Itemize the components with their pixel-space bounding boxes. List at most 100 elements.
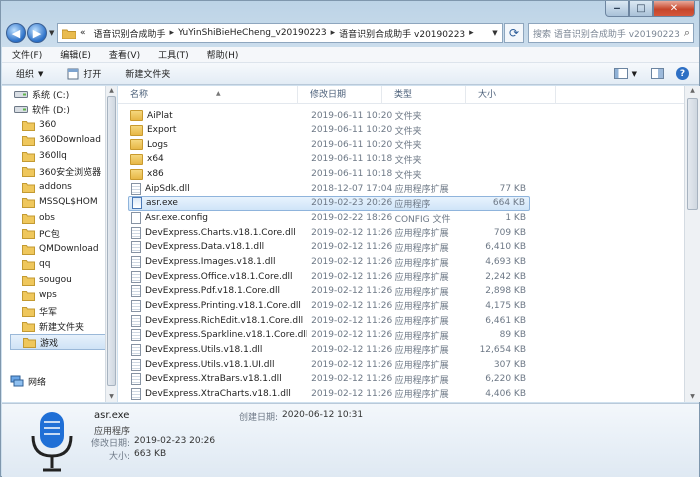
file-row[interactable]: x64 2019-06-11 10:18 文件夹 xyxy=(128,152,530,167)
folder-icon xyxy=(22,259,35,270)
recent-pages-dropdown[interactable]: ▼ xyxy=(49,29,54,37)
file-size: 307 KB xyxy=(493,359,526,370)
nav-item-label: 网络 xyxy=(28,377,47,388)
nav-item[interactable]: wps xyxy=(22,287,57,303)
file-type: 应用程序扩展 xyxy=(394,229,449,240)
file-size: 1 KB xyxy=(505,213,526,224)
minimize-button[interactable]: ‒ xyxy=(605,1,629,17)
file-row[interactable]: AipSdk.dll 2018-12-07 17:04 应用程序扩展 77 KB xyxy=(128,181,530,196)
nav-item[interactable]: sougou xyxy=(22,272,72,288)
breadcrumb-item[interactable]: 语音识别合成助手 v20190223 xyxy=(335,27,469,40)
preview-pane-icon[interactable] xyxy=(651,68,664,79)
file-date: 2019-06-11 10:20 xyxy=(311,125,393,136)
file-row[interactable]: DevExpress.Images.v18.1.dll 2019-02-12 11… xyxy=(128,255,530,270)
nav-item[interactable]: MSSQL$HOM xyxy=(22,194,98,210)
change-view-icon[interactable] xyxy=(613,68,628,79)
file-date: 2019-02-12 11:26 xyxy=(311,315,393,326)
forward-button[interactable]: ▶ xyxy=(27,23,47,43)
navigation-scrollbar[interactable]: ▲ ▼ xyxy=(105,86,117,402)
breadcrumb-separator-icon[interactable]: ▸ xyxy=(469,28,474,38)
file-row[interactable]: DevExpress.Charts.v18.1.Core.dll 2019-02-… xyxy=(128,225,530,240)
nav-item[interactable]: addons xyxy=(22,179,72,195)
search-input[interactable]: 搜索 语音识别合成助手 v20190223 ⌕ xyxy=(528,23,694,43)
menu-help[interactable]: 帮助(H) xyxy=(197,48,247,61)
file-name-cell: DevExpress.Images.v18.1.dll xyxy=(128,256,307,268)
view-dropdown-icon[interactable]: ▼ xyxy=(632,70,637,78)
nav-item[interactable]: 华军 xyxy=(22,303,57,319)
file-date: 2019-02-22 18:26 xyxy=(311,213,393,224)
file-row[interactable]: DevExpress.Utils.v18.1.dll 2019-02-12 11:… xyxy=(128,342,530,357)
file-row[interactable]: DevExpress.XtraCharts.v18.1.dll 2019-02-1… xyxy=(128,386,530,401)
file-date: 2019-02-12 11:26 xyxy=(311,242,393,253)
menu-file[interactable]: 文件(F) xyxy=(2,48,50,61)
nav-item[interactable]: 软件 (D:) xyxy=(14,101,70,117)
file-row[interactable]: DevExpress.Printing.v18.1.Core.dll 2019-0… xyxy=(128,298,530,313)
nav-item-label: QMDownload xyxy=(39,244,99,254)
scroll-down-icon[interactable]: ▼ xyxy=(106,392,117,402)
help-icon[interactable]: ? xyxy=(676,67,689,80)
scroll-up-icon[interactable]: ▲ xyxy=(106,86,117,96)
file-row[interactable]: x86 2019-06-11 10:18 文件夹 xyxy=(128,167,530,182)
file-row[interactable]: asr.exe 2019-02-23 20:26 应用程序 664 KB xyxy=(128,195,530,211)
nav-item[interactable]: qq xyxy=(22,256,50,272)
file-row[interactable]: Asr.exe.config 2019-02-22 18:26 CONFIG 文件 1… xyxy=(128,211,530,226)
file-row[interactable]: DevExpress.Utils.v18.1.UI.dll 2019-02-12 … xyxy=(128,357,530,372)
close-button[interactable]: ✕ xyxy=(653,1,695,17)
maximize-button[interactable]: □ xyxy=(629,1,653,17)
file-date: 2019-06-11 10:18 xyxy=(311,169,393,180)
file-row[interactable]: DevExpress.Sparkline.v18.1.Core.dll 2019-… xyxy=(128,328,530,343)
nav-item[interactable]: obs xyxy=(22,210,55,226)
column-header-size[interactable]: 大小 xyxy=(466,86,556,104)
nav-item[interactable]: PC包 xyxy=(22,225,60,241)
nav-item[interactable]: 新建文件夹 xyxy=(22,318,84,334)
nav-item[interactable]: 360安全浏览器 xyxy=(22,163,101,179)
menu-view[interactable]: 查看(V) xyxy=(99,48,148,61)
address-dropdown-icon[interactable]: ▼ xyxy=(488,29,502,37)
file-size: 4,406 KB xyxy=(485,388,526,399)
file-list-scrollbar[interactable]: ▲ ▼ xyxy=(684,86,700,402)
folder-icon xyxy=(22,197,35,208)
breadcrumb-item[interactable]: 语音识别合成助手 xyxy=(90,27,170,40)
file-row[interactable]: Logs 2019-06-11 10:20 文件夹 xyxy=(128,137,530,152)
folder-icon xyxy=(22,166,35,177)
folder-icon xyxy=(130,110,143,121)
nav-item[interactable]: 系统 (C:) xyxy=(14,86,69,102)
file-row[interactable]: DevExpress.XtraBars.v18.1.dll 2019-02-12 … xyxy=(128,372,530,387)
search-icon[interactable]: ⌕ xyxy=(684,26,690,40)
menu-edit[interactable]: 编辑(E) xyxy=(50,48,99,61)
toolbar-right: ▼ ? xyxy=(613,67,699,80)
nav-item[interactable]: 游戏 xyxy=(10,334,106,350)
nav-item[interactable]: 360Download xyxy=(22,132,101,148)
organize-button[interactable]: 组织 ▼ xyxy=(2,67,53,81)
file-row[interactable]: DevExpress.RichEdit.v18.1.Core.dll 2019-0… xyxy=(128,313,530,328)
scroll-down-icon[interactable]: ▼ xyxy=(685,392,700,402)
file-row[interactable]: AiPlat 2019-06-11 10:20 文件夹 xyxy=(128,108,530,123)
nav-item[interactable]: 360 xyxy=(22,117,56,133)
nav-item[interactable]: 360llq xyxy=(22,148,67,164)
breadcrumb-overflow[interactable]: « xyxy=(76,28,90,38)
back-button[interactable]: ◀ xyxy=(6,23,26,43)
address-bar[interactable]: « 语音识别合成助手 ▸ YuYinShiBieHeCheng_v2019022… xyxy=(57,23,503,43)
menu-tools[interactable]: 工具(T) xyxy=(148,48,197,61)
file-row[interactable]: Export 2019-06-11 10:20 文件夹 xyxy=(128,123,530,138)
file-list-scroll-thumb[interactable] xyxy=(687,98,698,210)
column-header-type[interactable]: 类型 xyxy=(382,86,466,104)
file-row[interactable]: DevExpress.Pdf.v18.1.Core.dll 2019-02-12 … xyxy=(128,284,530,299)
scroll-up-icon[interactable]: ▲ xyxy=(685,86,700,96)
refresh-button[interactable]: ⟳ xyxy=(504,23,524,43)
column-header-name[interactable]: 名称 ▲ xyxy=(118,86,298,104)
breadcrumb-item[interactable]: YuYinShiBieHeCheng_v20190223 xyxy=(174,28,331,38)
dll-file-icon xyxy=(131,299,141,312)
file-name: Asr.exe.config xyxy=(145,213,208,224)
open-button[interactable]: 打开 xyxy=(53,67,111,80)
nav-item-label: 华军 xyxy=(39,307,58,318)
chevron-down-icon: ▼ xyxy=(38,69,44,78)
nav-item[interactable]: QMDownload xyxy=(22,241,99,257)
file-row[interactable]: DevExpress.Data.v18.1.dll 2019-02-12 11:2… xyxy=(128,240,530,255)
navigation-scroll-thumb[interactable] xyxy=(107,96,116,386)
file-row[interactable]: DevExpress.Office.v18.1.Core.dll 2019-02-… xyxy=(128,269,530,284)
new-folder-button[interactable]: 新建文件夹 xyxy=(111,67,180,80)
nav-item[interactable]: 网络 xyxy=(10,373,46,389)
column-header-date[interactable]: 修改日期 xyxy=(298,86,382,104)
file-name-cell: DevExpress.Utils.v18.1.dll xyxy=(128,343,307,356)
